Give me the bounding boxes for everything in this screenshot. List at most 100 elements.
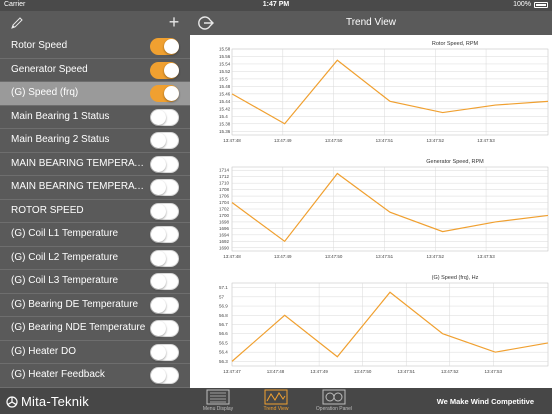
battery-indicator: 100% — [513, 1, 548, 8]
plus-icon[interactable]: + — [166, 13, 182, 31]
toggle-knob — [151, 156, 166, 172]
signal-list-item[interactable]: MAIN BEARING TEMPERATURE 1 — [0, 153, 190, 176]
signal-label: Main Bearing 1 Status — [11, 110, 110, 122]
x-tick-label: 13:47:50 — [325, 254, 343, 259]
signal-toggle[interactable] — [150, 61, 179, 79]
signal-toggle[interactable] — [150, 108, 179, 126]
signal-toggle[interactable] — [150, 155, 179, 173]
x-tick-label: 13:47:53 — [485, 369, 503, 374]
signal-list-item[interactable]: MAIN BEARING TEMPERATURE 2 — [0, 176, 190, 200]
toggle-knob — [151, 321, 166, 336]
signal-toggle[interactable] — [150, 343, 179, 361]
signal-toggle[interactable] — [150, 273, 179, 290]
signal-toggle[interactable] — [150, 85, 179, 102]
nav-label: Menu Display — [202, 406, 234, 412]
toggle-knob — [151, 180, 166, 195]
y-tick-label: 56.7 — [219, 322, 228, 327]
signal-toggle[interactable] — [150, 132, 179, 149]
signal-label: (G) Coil L1 Temperature — [11, 228, 119, 239]
y-tick-label: 1700 — [219, 213, 230, 218]
signal-list-item[interactable]: (G) Heater DO — [0, 341, 190, 364]
y-tick-label: 15.36 — [219, 129, 231, 134]
x-tick-label: 13:47:50 — [354, 369, 372, 374]
y-tick-label: 57.1 — [219, 285, 228, 290]
signal-toggle[interactable] — [150, 249, 179, 267]
toggle-knob — [151, 227, 166, 242]
x-tick-label: 13:47:53 — [477, 254, 495, 259]
signal-label: (G) Bearing DE Temperature — [11, 298, 139, 310]
signal-toggle[interactable] — [150, 179, 179, 196]
toggle-knob — [151, 274, 166, 289]
y-tick-label: 15.44 — [219, 99, 231, 104]
signal-toggle[interactable] — [150, 202, 179, 220]
y-tick-label: 1712 — [219, 174, 230, 179]
signal-toggle[interactable] — [150, 226, 179, 243]
operation-panel-icon — [322, 389, 346, 405]
toggle-knob — [151, 250, 166, 266]
nav-menu-display[interactable]: Menu Display — [193, 388, 243, 414]
x-tick-label: 13:47:49 — [310, 369, 328, 374]
y-tick-label: 15.56 — [219, 54, 231, 59]
signal-label: (G) Heater Feedback — [11, 369, 105, 380]
toggle-knob — [164, 62, 179, 78]
status-time: 1:47 PM — [262, 1, 290, 8]
signal-list-item[interactable]: (G) Heater Feedback — [0, 364, 190, 388]
y-tick-label: 1698 — [219, 219, 230, 224]
y-tick-label: 1706 — [219, 194, 230, 199]
menu-display-icon — [206, 389, 230, 405]
x-tick-label: 13:47:51 — [376, 138, 394, 143]
chart-title: Rotor Speed, RPM — [432, 41, 479, 47]
toggle-knob — [151, 133, 166, 148]
signal-list-item[interactable]: (G) Coil L2 Temperature — [0, 247, 190, 270]
battery-icon — [534, 1, 548, 8]
signal-list-item[interactable]: (G) Coil L1 Temperature — [0, 223, 190, 247]
nav-label: Trend View — [263, 406, 289, 412]
signal-list-item[interactable]: Generator Speed — [0, 59, 190, 82]
logo-text: Mita-Teknik — [21, 394, 89, 409]
trend-view-panel: Trend View Rotor Speed, RPM 15.36 15.38 15.… — [190, 11, 552, 388]
y-tick-label: 1708 — [219, 187, 230, 192]
x-tick-label: 13:47:50 — [325, 138, 343, 143]
y-tick-label: 56.9 — [219, 304, 228, 309]
toggle-knob — [151, 344, 166, 360]
x-tick-label: 13:47:53 — [477, 138, 495, 143]
charts-area: Rotor Speed, RPM 15.36 15.38 15.4 15.42 15.44… — [190, 35, 552, 388]
pencil-icon[interactable] — [10, 16, 24, 30]
signal-toggle[interactable] — [150, 367, 179, 384]
x-tick-label: 13:47:49 — [274, 138, 292, 143]
nav-label: Operation Panel — [315, 406, 353, 412]
signal-label: MAIN BEARING TEMPERATURE 2 — [11, 181, 148, 192]
app-root: Carrier 1:47 PM 100% + Rotor Speed Genera… — [0, 0, 552, 414]
y-tick-label: 1710 — [219, 181, 230, 186]
sidebar-header: + — [0, 11, 190, 35]
signal-label: (G) Heater DO — [11, 345, 77, 357]
signal-list-item[interactable]: Main Bearing 1 Status — [0, 106, 190, 129]
signal-list-item[interactable]: (G) Bearing DE Temperature — [0, 294, 190, 317]
signal-list-item[interactable]: ROTOR SPEED — [0, 200, 190, 223]
y-tick-label: 15.5 — [219, 76, 228, 81]
toggle-knob — [151, 203, 166, 219]
signal-list-item[interactable]: (G) Bearing NDE Temperature — [0, 317, 190, 341]
nav-trend-view[interactable]: Trend View — [251, 388, 301, 414]
x-tick-label: 13:47:51 — [397, 369, 415, 374]
battery-percent: 100% — [513, 1, 531, 8]
y-tick-label: 15.38 — [219, 121, 231, 126]
nav-operation-panel[interactable]: Operation Panel — [309, 388, 359, 414]
signal-list-item[interactable]: Rotor Speed — [0, 35, 190, 59]
y-tick-label: 15.4 — [219, 114, 228, 119]
y-tick-label: 15.54 — [219, 61, 231, 66]
signal-label: Rotor Speed — [11, 40, 68, 51]
signal-list-item[interactable]: Main Bearing 2 Status — [0, 129, 190, 153]
toggle-knob — [164, 39, 179, 54]
signal-toggle[interactable] — [150, 38, 179, 55]
signal-sidebar: + Rotor Speed Generator Speed (G) Speed (f… — [0, 11, 190, 388]
y-tick-label: 1690 — [219, 245, 230, 250]
signal-list-item[interactable]: (G) Speed (frq) — [0, 82, 190, 106]
brand-logo: Mita-Teknik — [6, 394, 89, 409]
signal-toggle[interactable] — [150, 320, 179, 337]
signal-toggle[interactable] — [150, 296, 179, 314]
y-tick-label: 15.48 — [219, 84, 231, 89]
x-tick-label: 13:47:51 — [376, 254, 394, 259]
signal-list-item[interactable]: (G) Coil L3 Temperature — [0, 270, 190, 294]
chart-title: (G) Speed (frq), Hz — [432, 275, 479, 281]
